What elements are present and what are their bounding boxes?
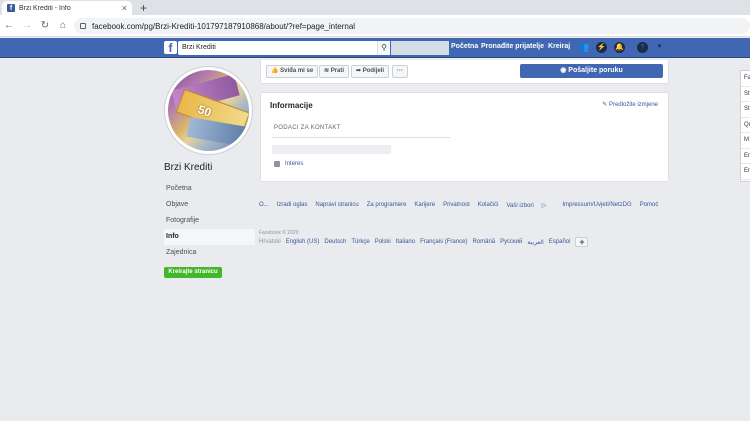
edge-item[interactable]: Fa [741,71,750,87]
reload-icon[interactable]: ↻ [36,20,54,31]
send-message-button[interactable]: ◉ Pošaljite poruku [520,64,663,78]
language-link[interactable]: English (US) [286,239,320,245]
messenger-icon[interactable]: ⚡ [596,42,607,53]
footer-link[interactable]: Za programere [367,202,407,209]
nav-item-photos[interactable]: Fotografije [164,213,255,229]
footer-link[interactable]: O... [259,202,269,209]
help-icon[interactable]: ? [637,42,648,53]
language-link[interactable]: Русский [500,239,522,245]
facebook-header: f Brzi Krediti ⚲ Početna Pronađite prija… [0,38,750,58]
page-left-nav: Početna Objave Fotografije Info Zajednic… [164,181,255,261]
lock-icon [80,23,86,29]
edge-item[interactable]: St [741,102,750,118]
follow-button[interactable]: ≋ Prati [319,65,350,78]
like-label: Sviđa mi se [280,68,314,74]
nav-item-info[interactable]: Info [164,229,255,245]
new-tab-button[interactable]: + [140,1,147,15]
language-link[interactable]: Türkçe [351,239,369,245]
footer-link[interactable]: Privatnost [443,202,470,209]
profile-picture[interactable]: 50 [164,66,253,155]
search-icon[interactable]: ⚲ [377,41,390,55]
more-options-button[interactable]: ··· [392,65,408,78]
category-icon [274,161,280,167]
back-icon[interactable]: ← [0,20,18,31]
home-icon[interactable]: ⌂ [54,20,72,31]
redacted-contact-info [272,145,391,154]
ad-choices-label: Vaši izbori [506,203,534,209]
edge-item[interactable]: St [741,87,750,102]
euro-banknotes-image: 50 [168,70,249,151]
footer-link[interactable]: Napravi stranicu [315,202,358,209]
pencil-icon: ✎ [602,102,608,108]
category-label: Interes [285,161,304,167]
redacted-profile-area [391,41,449,55]
friend-requests-icon[interactable]: 👥 [578,42,589,53]
edge-item[interactable]: Er [741,164,750,180]
nav-find-friends-link[interactable]: Pronađite prijatelje [481,43,544,50]
suggest-edits-label: Predložite izmjene [608,102,658,108]
share-button[interactable]: ➦ Podijeli [351,65,390,78]
info-card: Informacije ✎ Predložite izmjene PODACI … [260,92,669,182]
footer-links: O... Izradi oglas Napravi stranicu Za pr… [259,202,669,209]
edge-item[interactable]: Er [741,149,750,164]
footer-link[interactable]: Karijere [414,202,435,209]
share-label: Podijeli [362,68,385,74]
edge-item[interactable]: M [741,133,750,149]
facebook-logo-icon[interactable]: f [164,41,177,54]
category-link[interactable]: Interes [274,161,303,167]
account-menu-chevron-down-icon[interactable]: ▼ [654,42,665,53]
nav-create-link[interactable]: Kreiraj [548,43,570,50]
messenger-icon: ◉ [560,67,567,74]
nav-item-community[interactable]: Zajednica [164,245,255,261]
browser-tab-bar: f Brzi Krediti - Info × + [0,0,750,15]
footer-link[interactable]: Izradi oglas [277,202,308,209]
language-link[interactable]: Polski [375,239,391,245]
language-link[interactable]: العربية [527,239,543,246]
divider [272,137,450,138]
nav-home-link[interactable]: Početna [451,43,478,50]
facebook-favicon-icon: f [7,4,15,12]
footer-link[interactable]: Impressum/Uvjeti/NetzDG [562,202,631,209]
footer-link-ad-choices[interactable]: Vaši izbori ▷ [506,202,554,209]
footer-link[interactable]: Kolačići [478,202,499,209]
language-link[interactable]: Español [549,239,571,245]
forward-icon[interactable]: → [18,20,36,31]
url-text: facebook.com/pg/Brzi-Krediti-10179718791… [92,21,356,31]
language-link[interactable]: Deutsch [324,239,346,245]
nav-item-home[interactable]: Početna [164,181,255,197]
page-title[interactable]: Brzi Krediti [164,162,212,173]
copyright-text: Facebook © 2020 [259,230,299,236]
suggest-edits-link[interactable]: ✎ Predložite izmjene [602,101,658,108]
language-link[interactable]: Română [472,239,495,245]
page-action-bar: 👍 Sviđa mi se ≋ Prati ➦ Podijeli ··· ◉ P… [260,60,669,84]
language-link[interactable]: Français (France) [420,239,467,245]
more-languages-plus-icon[interactable]: + [575,237,589,247]
close-tab-icon[interactable]: × [122,3,127,13]
share-arrow-icon: ➦ [356,68,362,74]
address-bar[interactable]: facebook.com/pg/Brzi-Krediti-10179718791… [74,18,750,34]
ad-choices-icon: ▷ [541,203,547,209]
contact-info-heading: PODACI ZA KONTAKT [274,125,341,131]
follow-label: Prati [330,68,345,74]
language-link[interactable]: Italiano [396,239,415,245]
edge-item[interactable]: Qu [741,118,750,133]
current-language: Hrvatski [259,239,281,245]
thumbs-up-icon: 👍 [271,68,279,74]
notifications-icon[interactable]: 🔔 [614,42,625,53]
search-input[interactable]: Brzi Krediti [178,41,390,55]
send-message-label: Pošaljite poruku [568,67,623,74]
footer-link[interactable]: Pomoć [640,202,659,209]
tab-title: Brzi Krediti - Info [19,4,71,12]
like-button[interactable]: 👍 Sviđa mi se [266,65,319,78]
rss-icon: ≋ [324,68,330,74]
right-edge-panel: Fa St St Qu M Er Er [740,70,750,182]
browser-tab[interactable]: f Brzi Krediti - Info × [2,1,132,15]
info-heading: Informacije [270,101,313,110]
create-page-button[interactable]: Kreirajte stranicu [164,267,222,278]
nav-item-posts[interactable]: Objave [164,197,255,213]
language-selector: Hrvatski English (US) Deutsch Türkçe Pol… [259,237,589,247]
browser-toolbar: ← → ↻ ⌂ facebook.com/pg/Brzi-Krediti-101… [0,15,750,37]
